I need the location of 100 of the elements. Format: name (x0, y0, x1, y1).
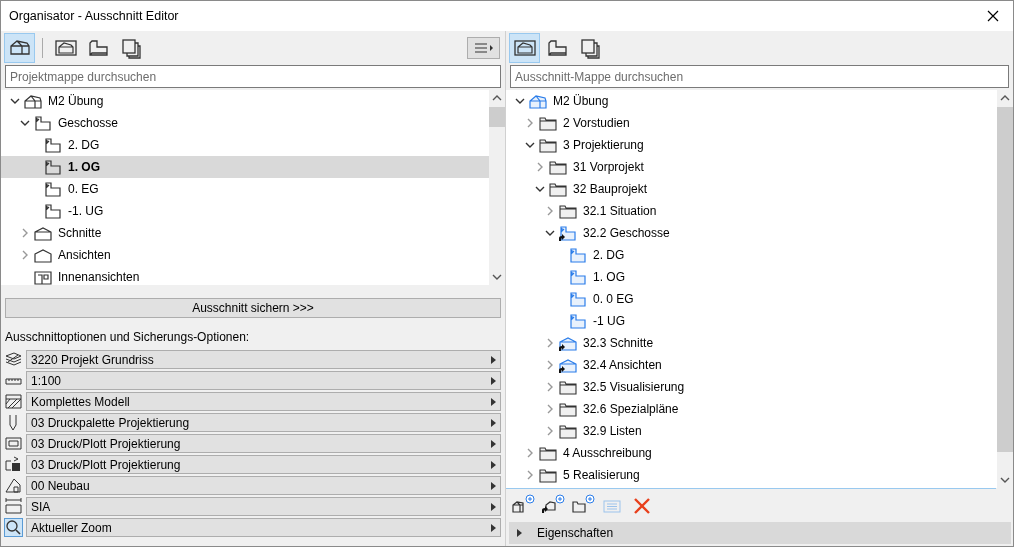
tree-row[interactable]: 32.6 Spezialpläne (506, 398, 997, 420)
toolbar-button[interactable] (4, 32, 35, 63)
tree-row[interactable]: 4 Ausschreibung (506, 442, 997, 464)
interior-icon (33, 268, 53, 285)
tree-row[interactable]: 0. EG (1, 178, 489, 200)
dropdown-arrow-icon (491, 418, 496, 427)
menu-button[interactable] (467, 36, 500, 59)
tree-item-label: Geschosse (58, 116, 119, 130)
caret-right-icon (517, 529, 523, 537)
close-icon (987, 10, 999, 22)
tree-row[interactable]: 32.9 Listen (506, 420, 997, 442)
tree-row[interactable]: M2 Übung (506, 90, 997, 112)
tree-item-label: Ansichten (58, 248, 111, 262)
folder-icon (558, 400, 578, 418)
floor-plan-icon (568, 312, 588, 330)
tree-item-label: M2 Übung (553, 94, 609, 108)
tree-item-label: 2. DG (68, 138, 100, 152)
tree-row[interactable]: 2. DG (506, 244, 997, 266)
tree-row[interactable]: 32 Bauprojekt (506, 178, 997, 200)
magnifier-icon[interactable] (4, 518, 23, 537)
option-dropdown[interactable]: 03 Druckpalette Projektierung (26, 413, 501, 432)
tree-row[interactable]: 5 Realisierung (506, 464, 997, 486)
tree-item-label: 32.2 Geschosse (583, 226, 670, 240)
search-field[interactable]: Ausschnitt-Mappe durchsuchen (510, 65, 1009, 88)
stacked-pages-icon (119, 36, 144, 59)
tree-item-label: M2 Übung (48, 94, 104, 108)
folder-icon (538, 466, 558, 484)
folder-icon (538, 136, 558, 154)
tree-row[interactable]: 0. 0 EG (506, 288, 997, 310)
tree-row[interactable]: 1. OG (1, 156, 489, 178)
hatched-box-icon[interactable] (4, 392, 23, 411)
properties-header[interactable]: Eigenschaften (509, 522, 1011, 544)
folder-icon (538, 114, 558, 132)
house-icon (528, 92, 548, 110)
option-dropdown[interactable]: Komplettes Modell (26, 392, 501, 411)
tree-item-label: 3 Projektierung (563, 138, 644, 152)
tree-row[interactable]: -1 UG (506, 310, 997, 332)
floor-plan-shortcut-icon (558, 224, 578, 242)
floor-plan-icon (43, 158, 63, 176)
window-title: Organisator - Ausschnitt Editor (9, 9, 179, 23)
tree-row[interactable]: 2. DG (1, 134, 489, 156)
house-icon[interactable] (4, 476, 23, 495)
tree-row[interactable]: 32.5 Visualisierung (506, 376, 997, 398)
tree-row[interactable]: 2 Vorstudien (506, 112, 997, 134)
option-dropdown[interactable]: 03 Druck/Plott Projektierung (26, 455, 501, 474)
tree-row[interactable]: M2 Übung (1, 90, 489, 112)
new-folder-icon (570, 493, 595, 516)
scrollbar[interactable] (489, 90, 505, 285)
frame-icon[interactable] (4, 434, 23, 453)
floor-plan-icon (568, 290, 588, 308)
tree-item-label: 0. 0 EG (593, 292, 634, 306)
toolbar-button[interactable] (509, 32, 540, 63)
dropdown-arrow-icon (491, 523, 496, 532)
scrollbar-thumb[interactable] (489, 107, 505, 127)
swap-icon[interactable] (4, 455, 23, 474)
option-dropdown[interactable]: Aktueller Zoom (26, 518, 501, 537)
dropdown-arrow-icon (491, 439, 496, 448)
tree-row[interactable]: 3 Projektierung (506, 134, 997, 156)
tree-row[interactable]: -1. UG (1, 200, 489, 222)
folder-icon (558, 422, 578, 440)
tree-item-label: 32.1 Situation (583, 204, 657, 218)
menu-icon (472, 41, 495, 54)
tree-item-label: 5 Realisierung (563, 468, 640, 482)
tree-row[interactable]: 32.1 Situation (506, 200, 997, 222)
tree-row[interactable]: 32.2 Geschosse (506, 222, 997, 244)
folder-icon (558, 378, 578, 396)
option-dropdown[interactable]: 3220 Projekt Grundriss (26, 350, 501, 369)
option-dropdown[interactable]: 00 Neubau (26, 476, 501, 495)
tree-row[interactable]: Ansichten (1, 244, 489, 266)
folder-icon (548, 180, 568, 198)
dropdown-arrow-icon (491, 502, 496, 511)
tree-item-label: 32.3 Schnitte (583, 336, 654, 350)
options-label: Ausschnittoptionen und Sicherungs-Optionen: (5, 330, 251, 344)
option-dropdown[interactable]: 1:100 (26, 371, 501, 390)
tree-item-label: 1. OG (68, 160, 100, 174)
dropdown-arrow-icon (491, 376, 496, 385)
tree-row[interactable]: 31 Vorprojekt (506, 156, 997, 178)
house-icon (23, 92, 43, 110)
dropdown-arrow-icon (491, 481, 496, 490)
tree-row[interactable]: 32.4 Ansichten (506, 354, 997, 376)
tree-item-label: 32.9 Listen (583, 424, 642, 438)
tree-item-label: -1. UG (68, 204, 104, 218)
floor-plan-icon (43, 180, 63, 198)
option-dropdown[interactable]: SIA (26, 497, 501, 516)
tree-row[interactable]: 1. OG (506, 266, 997, 288)
floor-plan-icon (568, 246, 588, 264)
tree-item-label: 32 Bauprojekt (573, 182, 648, 196)
new-view-icon (510, 493, 535, 516)
tree-item-label: -1 UG (593, 314, 625, 328)
search-field[interactable]: Projektmappe durchsuchen (5, 65, 501, 88)
save-view-button[interactable]: Ausschnitt sichern >>> (5, 298, 501, 318)
dimension-icon[interactable] (4, 497, 23, 516)
option-dropdown[interactable]: 03 Druck/Plott Projektierung (26, 434, 501, 453)
tree-row[interactable]: Geschosse (1, 112, 489, 134)
tree-row[interactable]: Schnitte (1, 222, 489, 244)
stacked-pages-icon (578, 36, 603, 59)
tree-row[interactable]: Innenansichten (1, 266, 489, 285)
tree-row[interactable]: 32.3 Schnitte (506, 332, 997, 354)
floor-plan-icon (33, 114, 53, 132)
tree-item-label: 2 Vorstudien (563, 116, 630, 130)
